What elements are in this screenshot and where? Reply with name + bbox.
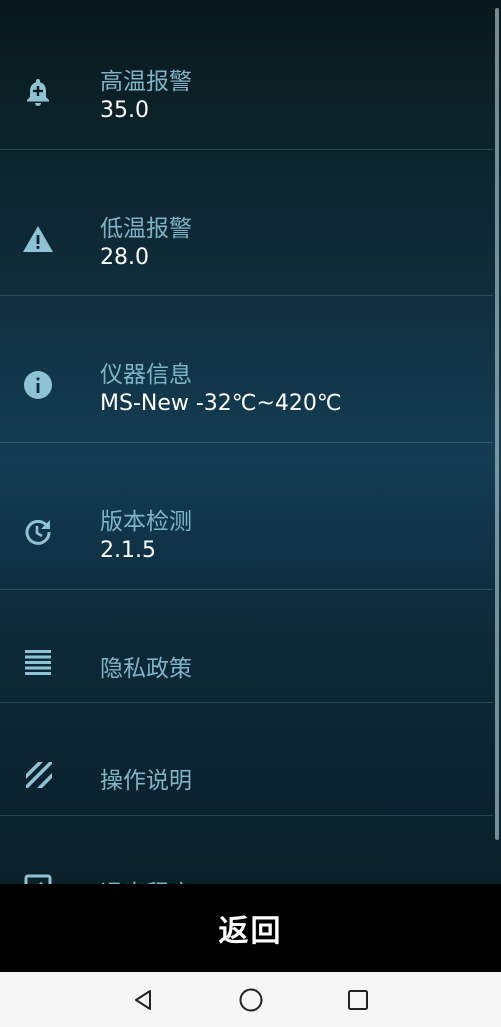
device-info-item[interactable]: 仪器信息 MS-New -32℃~420℃: [0, 296, 493, 443]
version-check-item[interactable]: 版本检测 2.1.5: [0, 443, 493, 590]
back-button-label: 返回: [218, 914, 283, 949]
privacy-policy-item[interactable]: 隐私政策: [0, 590, 493, 703]
item-title: 版本检测: [100, 509, 192, 535]
exit-icon: [22, 872, 54, 884]
item-title: 低温报警: [100, 216, 192, 242]
bell-plus-icon: [22, 76, 54, 108]
settings-list: 高温报警 35.0 低温报警 28.0 仪器信息 MS-New -32℃~420…: [0, 0, 501, 884]
stripes-icon: [22, 758, 54, 790]
item-title: 高温报警: [100, 69, 192, 95]
nav-back-icon[interactable]: [129, 986, 157, 1014]
item-value: MS-New -32℃~420℃: [100, 391, 342, 416]
warning-icon: [22, 223, 54, 255]
update-icon: [22, 516, 54, 548]
nav-home-icon[interactable]: [237, 986, 265, 1014]
item-value: 35.0: [100, 98, 149, 123]
item-value: 28.0: [100, 245, 149, 270]
item-title: 隐私政策: [100, 656, 192, 682]
low-temp-alarm-item[interactable]: 低温报警 28.0: [0, 149, 493, 296]
nav-recents-icon[interactable]: [344, 986, 372, 1014]
instructions-item[interactable]: 操作说明: [0, 703, 493, 816]
system-navigation-bar: [0, 972, 501, 1027]
exit-app-item[interactable]: 退出程序: [0, 816, 493, 884]
high-temp-alarm-item[interactable]: 高温报警 35.0: [0, 0, 493, 150]
info-icon: [22, 369, 54, 401]
scrollbar[interactable]: [495, 8, 499, 840]
item-title: 退出程序: [100, 874, 192, 884]
item-title: 操作说明: [100, 768, 192, 794]
item-value: 2.1.5: [100, 538, 156, 563]
list-icon: [22, 646, 54, 678]
item-title: 仪器信息: [100, 362, 192, 388]
back-button[interactable]: 返回: [0, 884, 501, 972]
